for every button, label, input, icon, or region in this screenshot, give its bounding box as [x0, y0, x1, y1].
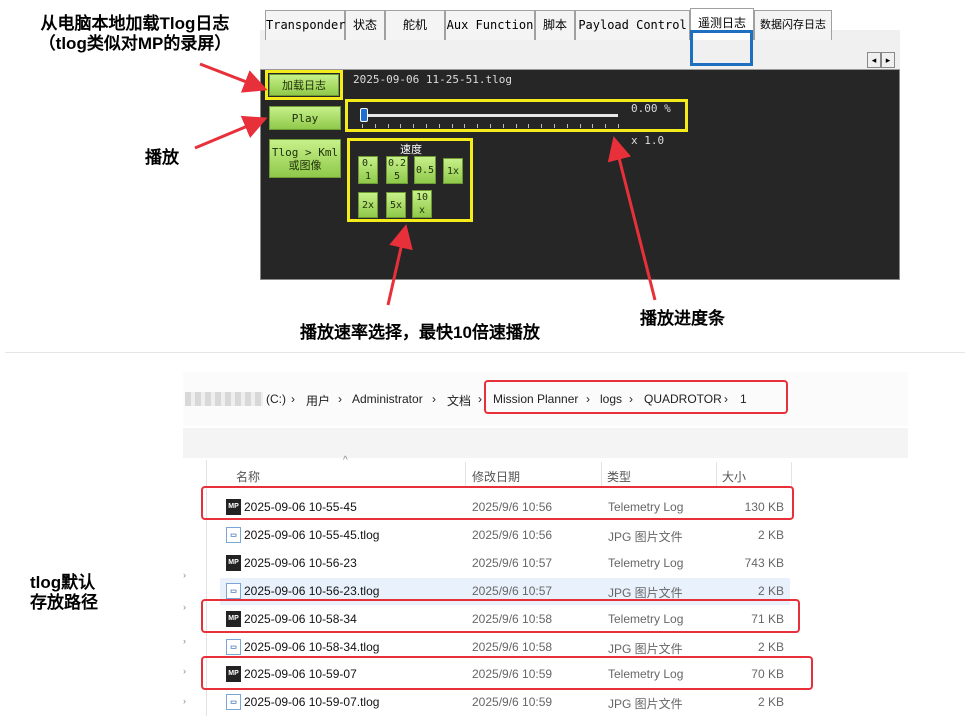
tree-expander-icon[interactable]: › — [183, 696, 186, 706]
breadcrumb-documents[interactable]: 文档 — [447, 392, 471, 409]
column-divider — [601, 462, 602, 486]
breadcrumb-administrator[interactable]: Administrator — [352, 392, 423, 406]
tree-expander-icon[interactable]: › — [183, 666, 186, 676]
tree-expander-icon[interactable]: › — [183, 636, 186, 646]
breadcrumb-sep: › — [478, 392, 482, 406]
tree-expander-icon[interactable]: › — [183, 602, 186, 612]
file-size: 2 KB — [757, 640, 784, 654]
toolbar-strip — [183, 428, 908, 458]
file-name: 2025-09-06 10-55-45.tlog — [244, 528, 380, 542]
file-type: JPG 图片文件 — [608, 642, 683, 656]
breadcrumb-sep: › — [338, 392, 342, 406]
image-file-icon: ▭ — [226, 639, 241, 655]
file-date: 2025/9/6 10:56 — [472, 528, 553, 542]
breadcrumb-users[interactable]: 用户 — [306, 392, 330, 409]
breadcrumb-sep: › — [291, 392, 295, 406]
column-divider — [716, 462, 717, 486]
redacted-computer-name — [185, 392, 263, 406]
column-header-size[interactable]: 大小 — [722, 468, 746, 485]
file-highlight-2 — [201, 599, 800, 633]
arrow-load — [199, 62, 268, 93]
file-name: 2025-09-06 10-58-34.tlog — [244, 640, 380, 654]
sort-chevron-icon[interactable]: ^ — [343, 455, 348, 466]
column-header-type[interactable]: 类型 — [607, 468, 631, 485]
path-highlight — [484, 380, 788, 414]
file-type: JPG 图片文件 — [608, 530, 683, 544]
tree-expander-icon[interactable]: › — [183, 570, 186, 580]
breadcrumb-sep: › — [432, 392, 436, 406]
file-name: 2025-09-06 10-56-23 — [244, 556, 357, 570]
column-header-name[interactable]: 名称 — [236, 468, 260, 485]
table-row[interactable]: MP 2025-09-06 10-56-23 2025/9/6 10:57 Telem… — [220, 550, 790, 577]
breadcrumb-drive[interactable]: (C:) — [266, 392, 286, 406]
annotation-arrows — [194, 62, 657, 306]
file-date: 2025/9/6 10:57 — [472, 584, 553, 598]
file-date: 2025/9/6 10:58 — [472, 640, 553, 654]
image-file-icon: ▭ — [226, 694, 241, 710]
section-divider — [5, 352, 965, 353]
file-size: 2 KB — [757, 528, 784, 542]
path-note: tlog默认 存放路径 — [30, 573, 98, 612]
table-row[interactable]: ▭ 2025-09-06 10-55-45.tlog 2025/9/6 10:56 J… — [220, 522, 790, 549]
column-header-date[interactable]: 修改日期 — [472, 468, 520, 485]
arrow-play — [194, 115, 268, 150]
table-row[interactable]: ▭ 2025-09-06 10-59-07.tlog 2025/9/6 10:59 J… — [220, 689, 790, 716]
file-type: JPG 图片文件 — [608, 697, 683, 711]
file-name: 2025-09-06 10-59-07.tlog — [244, 695, 380, 709]
file-size: 2 KB — [757, 584, 784, 598]
column-divider — [465, 462, 466, 486]
file-size: 2 KB — [757, 695, 784, 709]
file-date: 2025/9/6 10:59 — [472, 695, 553, 709]
file-type: Telemetry Log — [608, 556, 684, 570]
mp-log-file-icon: MP — [226, 555, 241, 571]
file-size: 743 KB — [744, 556, 784, 570]
arrow-progress — [607, 136, 657, 301]
column-divider — [791, 462, 792, 486]
file-date: 2025/9/6 10:57 — [472, 556, 553, 570]
image-file-icon: ▭ — [226, 583, 241, 599]
file-highlight-1 — [201, 486, 794, 520]
arrow-speed — [386, 224, 413, 306]
file-name: 2025-09-06 10-56-23.tlog — [244, 584, 380, 598]
file-highlight-3 — [201, 656, 813, 690]
image-file-icon: ▭ — [226, 527, 241, 543]
